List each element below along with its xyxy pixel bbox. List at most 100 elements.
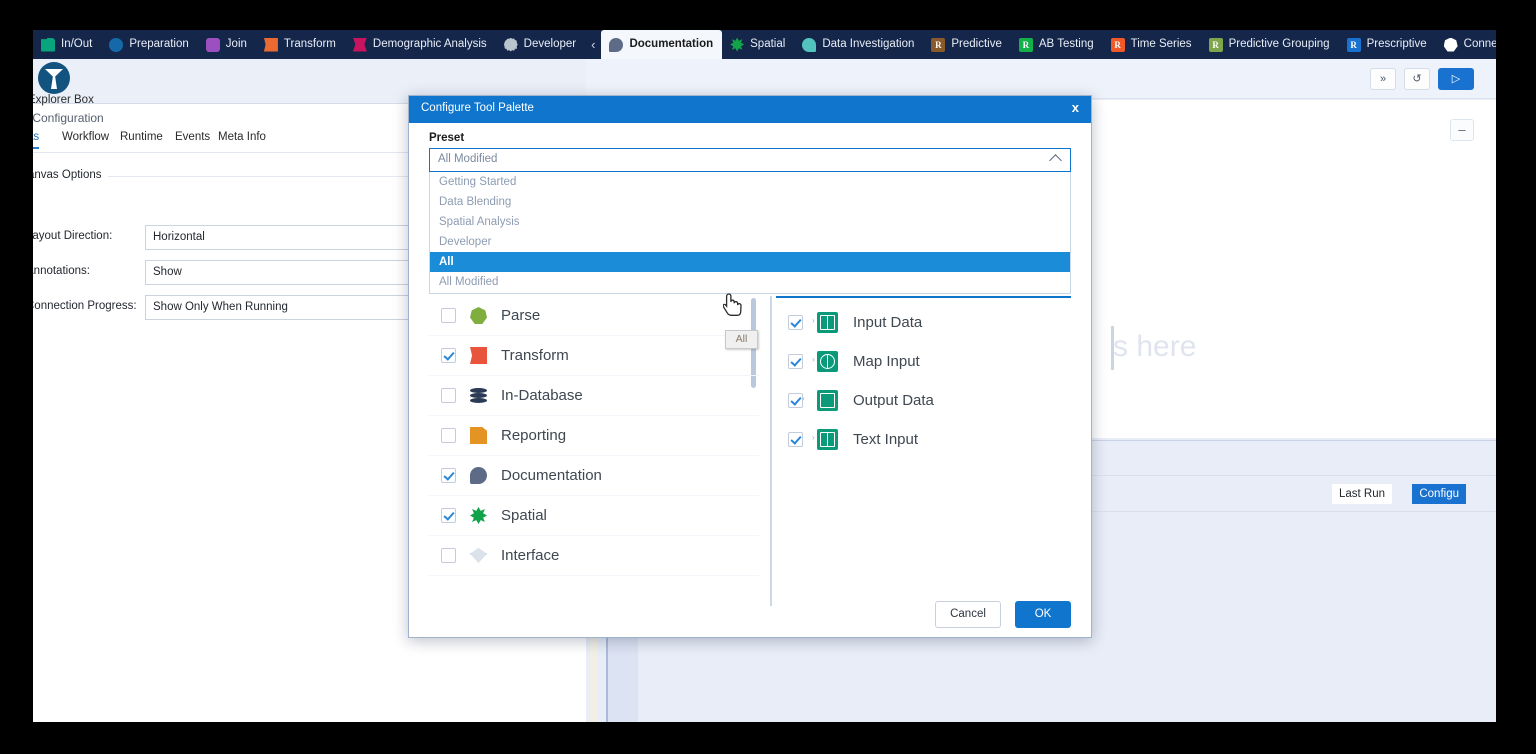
chevron-right-icon: › [812,433,815,442]
tool-checkbox[interactable] [788,315,803,330]
ok-button[interactable]: OK [1015,601,1071,628]
tool-checkbox[interactable] [788,354,803,369]
expand-more-button[interactable]: » [1370,68,1396,90]
ribbon-category-in-out[interactable]: In/Out [33,30,101,59]
preset-option-all[interactable]: All [430,252,1070,272]
ribbon-category-predictive-grouping[interactable]: R Predictive Grouping [1201,30,1339,59]
category-row-transform[interactable]: Transform [429,336,759,376]
tool-label: Text Input [853,431,919,448]
config-tab-meta-info[interactable]: Meta Info [218,131,266,147]
ribbon-category-label: Data Investigation [822,38,915,50]
category-row-documentation[interactable]: Documentation [429,456,759,496]
category-label: Documentation [501,467,602,484]
bowtie-icon [352,37,367,52]
category-row-in-database[interactable]: In-Database [429,376,759,416]
config-tab-events[interactable]: Events [175,131,210,147]
folder-icon [41,37,55,52]
ribbon-category-transform[interactable]: Transform [256,30,345,59]
tool-category-ribbon: In/Out Preparation Join Transform Demographi… [33,30,1496,59]
ribbon-category-spatial[interactable]: Spatial [722,30,794,59]
field-label: Annotations: [33,265,90,277]
category-checkbox[interactable] [441,348,456,363]
category-checkbox[interactable] [441,548,456,563]
tool-row-text-input[interactable]: › Text Input [776,420,1071,459]
ribbon-category-ab-testing[interactable]: R AB Testing [1011,30,1103,59]
config-tab-workflow[interactable]: Workflow [62,131,109,147]
history-button[interactable]: ↺ [1404,68,1430,90]
ribbon-category-label: Transform [283,38,336,50]
tool-checkbox[interactable] [788,393,803,408]
ribbon-category-label: Demographic Analysis [372,38,487,50]
tool-row-input-data[interactable]: › Input Data [776,303,1071,342]
preset-option-spatial-analysis[interactable]: Spatial Analysis [430,212,1070,232]
ribbon-category-prescriptive[interactable]: R Prescriptive [1339,30,1436,59]
category-label: Reporting [501,427,567,444]
r-badge-icon: R [1018,37,1033,52]
category-checkbox[interactable] [441,388,456,403]
square-icon [205,37,220,52]
category-row-parse[interactable]: Parse [429,296,759,336]
configuration-title: - Configuration [33,111,104,125]
tool-checkbox[interactable] [788,432,803,447]
tab-last-run[interactable]: Last Run [1331,484,1392,504]
book-icon [817,429,838,450]
ribbon-category-label: In/Out [61,38,93,50]
canvas-toolbar: » ↺ ▷ [586,59,1496,99]
ribbon-category-data-investigation[interactable]: Data Investigation [794,30,923,59]
diamond-icon [470,547,487,564]
ribbon-category-time-series[interactable]: R Time Series [1103,30,1201,59]
category-row-spatial[interactable]: Spatial [429,496,759,536]
config-tab-as[interactable]: as [33,131,40,149]
speech-bubble-icon [470,467,487,484]
tool-row-output-data[interactable]: › Output Data [776,381,1071,420]
preset-option-developer[interactable]: Developer [430,232,1070,252]
r-badge-icon: R [931,37,946,52]
category-list[interactable]: Parse Transform In-Database Reporting Docume… [429,296,759,606]
ribbon-category-preparation[interactable]: Preparation [101,30,197,59]
tool-row-map-input[interactable]: › Map Input [776,342,1071,381]
preset-dropdown-list[interactable]: Getting Started Data Blending Spatial Anal… [429,172,1071,294]
preset-option-all-modified[interactable]: All Modified [430,272,1070,292]
preset-option-getting-started[interactable]: Getting Started [430,172,1070,192]
ribbon-category-demographic-analysis[interactable]: Demographic Analysis [345,30,496,59]
ribbon-category-join[interactable]: Join [198,30,256,59]
ribbon-category-developer[interactable]: Developer [496,30,585,59]
ribbon-category-documentation[interactable]: Documentation [601,30,723,59]
category-checkbox[interactable] [441,468,456,483]
ribbon-category-label: Predictive Grouping [1228,38,1330,50]
preset-select[interactable]: All Modified [429,148,1071,172]
dialog-title: Configure Tool Palette [421,102,534,114]
ribbon-category-predictive[interactable]: R Predictive [923,30,1011,59]
category-checkbox[interactable] [441,428,456,443]
star-icon [470,507,487,524]
zoom-out-button[interactable]: – [1450,119,1474,141]
chevron-left-icon[interactable]: ‹ [585,37,601,52]
tool-label: Map Input [853,353,920,370]
run-button[interactable]: ▷ [1438,68,1474,90]
gear-icon [503,37,518,52]
field-label: Layout Direction: [33,230,113,242]
category-label: Transform [501,347,569,364]
dialog-footer: Cancel OK [409,593,1091,637]
category-checkbox[interactable] [441,508,456,523]
category-row-reporting[interactable]: Reporting [429,416,759,456]
ribbon-category-label: Prescriptive [1366,38,1427,50]
tool-list[interactable]: › Input Data › Map Input › Output Data › Text I… [776,296,1071,606]
r-badge-icon: R [1110,37,1125,52]
ribbon-category-label: Predictive [951,38,1002,50]
ribbon-category-label: Documentation [629,38,714,50]
close-icon[interactable]: x [1072,100,1079,115]
ribbon-category-connectors[interactable]: Connectors [1436,30,1496,59]
category-row-interface[interactable]: Interface [429,536,759,576]
book-icon [817,312,838,333]
tab-configuration[interactable]: Configu [1412,484,1466,504]
category-checkbox[interactable] [441,308,456,323]
app-window: In/Out Preparation Join Transform Demographi… [33,30,1496,722]
dialog-titlebar[interactable]: Configure Tool Palette x [409,96,1091,123]
config-tab-runtime[interactable]: Runtime [120,131,163,147]
preset-option-data-blending[interactable]: Data Blending [430,192,1070,212]
canvas-placeholder-text: s here [1113,330,1197,363]
cancel-button[interactable]: Cancel [935,601,1001,628]
column-divider [770,296,772,606]
chevron-right-icon: › [812,316,815,325]
